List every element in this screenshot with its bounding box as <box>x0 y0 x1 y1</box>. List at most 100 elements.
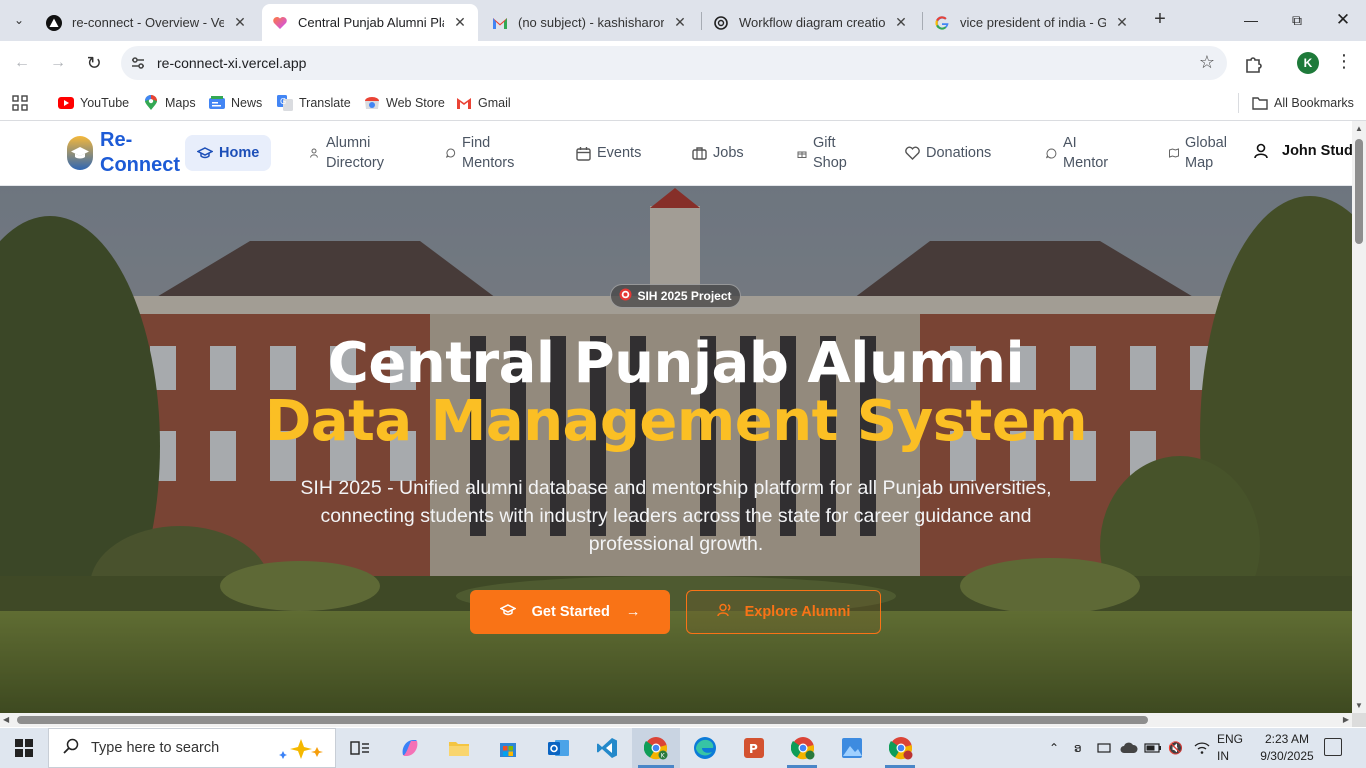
browser-menu-icon[interactable]: ⋮ <box>1335 51 1353 72</box>
hero-section: SIH 2025 Project Central Punjab Alumni D… <box>0 186 1352 713</box>
copilot-app-icon[interactable] <box>396 734 424 762</box>
youtube-icon <box>58 95 74 111</box>
nav-jobs[interactable]: Jobs <box>692 133 744 173</box>
tab-vercel[interactable]: re-connect - Overview - Vercel ✕ <box>36 4 258 41</box>
battery-icon[interactable] <box>1144 728 1162 768</box>
tab-separator <box>701 12 702 30</box>
nav-global-map[interactable]: Global Map <box>1169 133 1227 173</box>
edge-icon[interactable] <box>691 734 719 762</box>
bookmark-youtube[interactable]: YouTube <box>58 93 129 113</box>
search-placeholder: Type here to search <box>91 740 220 756</box>
bookmark-webstore[interactable]: Web Store <box>364 93 445 113</box>
tab-close-icon[interactable]: ✕ <box>232 14 248 31</box>
tab-title: vice president of india - Google <box>960 15 1106 30</box>
tab-search-chevron-icon[interactable]: ⌄ <box>6 8 32 32</box>
wifi-icon[interactable] <box>1194 728 1210 768</box>
bookmark-maps[interactable]: Maps <box>143 93 196 113</box>
user-menu[interactable]: John Stude <box>1254 143 1352 159</box>
tab-close-icon[interactable]: ✕ <box>452 14 468 31</box>
bookmark-gmail[interactable]: Gmail <box>456 93 511 113</box>
onedrive-cloud-icon[interactable] <box>1120 728 1138 768</box>
nav-label: Gift <box>813 135 836 151</box>
webstore-icon <box>364 95 380 111</box>
chrome-profile-icon[interactable]: K <box>642 734 670 762</box>
svg-text:G: G <box>280 97 286 106</box>
chrome-secondary-icon[interactable] <box>887 734 915 762</box>
bookmark-label: News <box>231 96 263 110</box>
windows-start-icon[interactable] <box>0 728 48 768</box>
language-bar-icon[interactable]: ອ <box>1074 728 1082 768</box>
volume-muted-icon[interactable]: 🔇 <box>1168 728 1183 768</box>
vscode-icon[interactable] <box>593 734 621 762</box>
apps-grid-icon[interactable] <box>12 93 28 113</box>
system-clock[interactable]: 2:23 AM 9/30/2025 <box>1255 731 1319 765</box>
bookmark-star-icon[interactable]: ☆ <box>1199 52 1215 73</box>
clock-time: 2:23 AM <box>1264 732 1310 746</box>
tab-close-icon[interactable]: ✕ <box>893 14 909 31</box>
nav-alumni-directory[interactable]: Alumni Directory <box>310 133 384 173</box>
graduation-cap-icon <box>197 146 213 160</box>
back-arrow-icon[interactable]: ← <box>8 49 36 77</box>
chatgpt-icon <box>713 15 729 31</box>
tab-chatgpt[interactable]: Workflow diagram creation ✕ <box>703 4 919 41</box>
horizontal-scroll-thumb[interactable] <box>17 716 1148 724</box>
nav-donations[interactable]: Donations <box>905 133 991 173</box>
microsoft-store-icon[interactable] <box>494 734 522 762</box>
tab-google[interactable]: vice president of india - Google ✕ <box>924 4 1140 41</box>
site-logo-text[interactable]: Re- Connect <box>100 128 180 178</box>
all-bookmarks[interactable]: All Bookmarks <box>1252 93 1354 113</box>
tab-central-punjab[interactable]: Central Punjab Alumni Platform ✕ <box>262 4 478 41</box>
forward-arrow-icon[interactable]: → <box>44 49 72 77</box>
horizontal-scrollbar[interactable]: ◀ ▶ <box>0 713 1352 727</box>
bookmark-news[interactable]: News <box>209 93 262 113</box>
profile-avatar[interactable]: K <box>1297 52 1319 74</box>
tab-gmail[interactable]: (no subject) - kashisharora1234 ✕ <box>482 4 698 41</box>
new-tab-plus-icon[interactable]: + <box>1148 8 1172 32</box>
site-settings-icon[interactable] <box>129 54 147 72</box>
briefcase-icon <box>692 146 707 160</box>
taskbar-search-box[interactable]: Type here to search <box>48 728 336 768</box>
chrome-icon[interactable] <box>789 734 817 762</box>
scrollbar-corner <box>1352 713 1366 727</box>
tab-close-icon[interactable]: ✕ <box>1114 14 1130 31</box>
gift-icon <box>797 148 807 158</box>
notifications-icon[interactable] <box>1324 738 1342 756</box>
task-view-icon[interactable] <box>346 734 374 762</box>
bookmark-translate[interactable]: G Translate <box>277 93 351 113</box>
scroll-left-arrow-icon[interactable]: ◀ <box>3 715 9 724</box>
reload-icon[interactable]: ↻ <box>80 49 108 77</box>
powerpoint-icon[interactable]: P <box>740 734 768 762</box>
file-explorer-icon[interactable] <box>445 734 473 762</box>
scroll-down-arrow-icon[interactable]: ▼ <box>1355 701 1363 710</box>
nav-label: AI <box>1063 135 1077 151</box>
lang-code: ENG <box>1217 732 1244 746</box>
address-bar[interactable]: re-connect-xi.vercel.app ☆ <box>121 46 1227 80</box>
scroll-up-arrow-icon[interactable]: ▲ <box>1355 124 1363 133</box>
minimize-icon[interactable]: — <box>1228 0 1274 40</box>
nav-home[interactable]: Home <box>185 135 272 171</box>
tab-close-icon[interactable]: ✕ <box>672 14 688 31</box>
close-window-icon[interactable]: ✕ <box>1320 0 1366 40</box>
vertical-scroll-thumb[interactable] <box>1355 139 1363 244</box>
meet-now-icon[interactable] <box>1097 728 1111 768</box>
explore-alumni-label: Explore Alumni <box>744 604 851 620</box>
graduation-cap-logo-icon[interactable] <box>67 136 93 170</box>
nav-events[interactable]: Events <box>576 133 641 173</box>
input-language[interactable]: ENG IN <box>1217 731 1243 765</box>
nav-label: Mentors <box>462 155 515 171</box>
photos-app-icon[interactable] <box>838 734 866 762</box>
explore-alumni-button[interactable]: Explore Alumni <box>686 590 881 634</box>
scroll-right-arrow-icon[interactable]: ▶ <box>1343 715 1349 724</box>
restore-icon[interactable]: ⧉ <box>1274 0 1320 40</box>
badge-text: SIH 2025 Project <box>637 289 732 303</box>
nav-gift-shop[interactable]: Gift Shop <box>797 133 847 173</box>
outlook-icon[interactable] <box>544 734 572 762</box>
vertical-scrollbar[interactable]: ▲ ▼ <box>1352 121 1366 713</box>
show-hidden-icons-chevron-icon[interactable]: ⌃ <box>1049 728 1059 768</box>
extensions-puzzle-icon[interactable] <box>1243 53 1265 75</box>
nav-ai-mentor[interactable]: AI Mentor <box>1046 133 1108 173</box>
get-started-button[interactable]: Get Started → <box>470 590 670 634</box>
nav-find-mentors[interactable]: Find Mentors <box>446 133 514 173</box>
browser-tab-strip: ⌄ re-connect - Overview - Vercel ✕ Centr… <box>0 0 1366 41</box>
nav-label: Jobs <box>713 145 744 161</box>
